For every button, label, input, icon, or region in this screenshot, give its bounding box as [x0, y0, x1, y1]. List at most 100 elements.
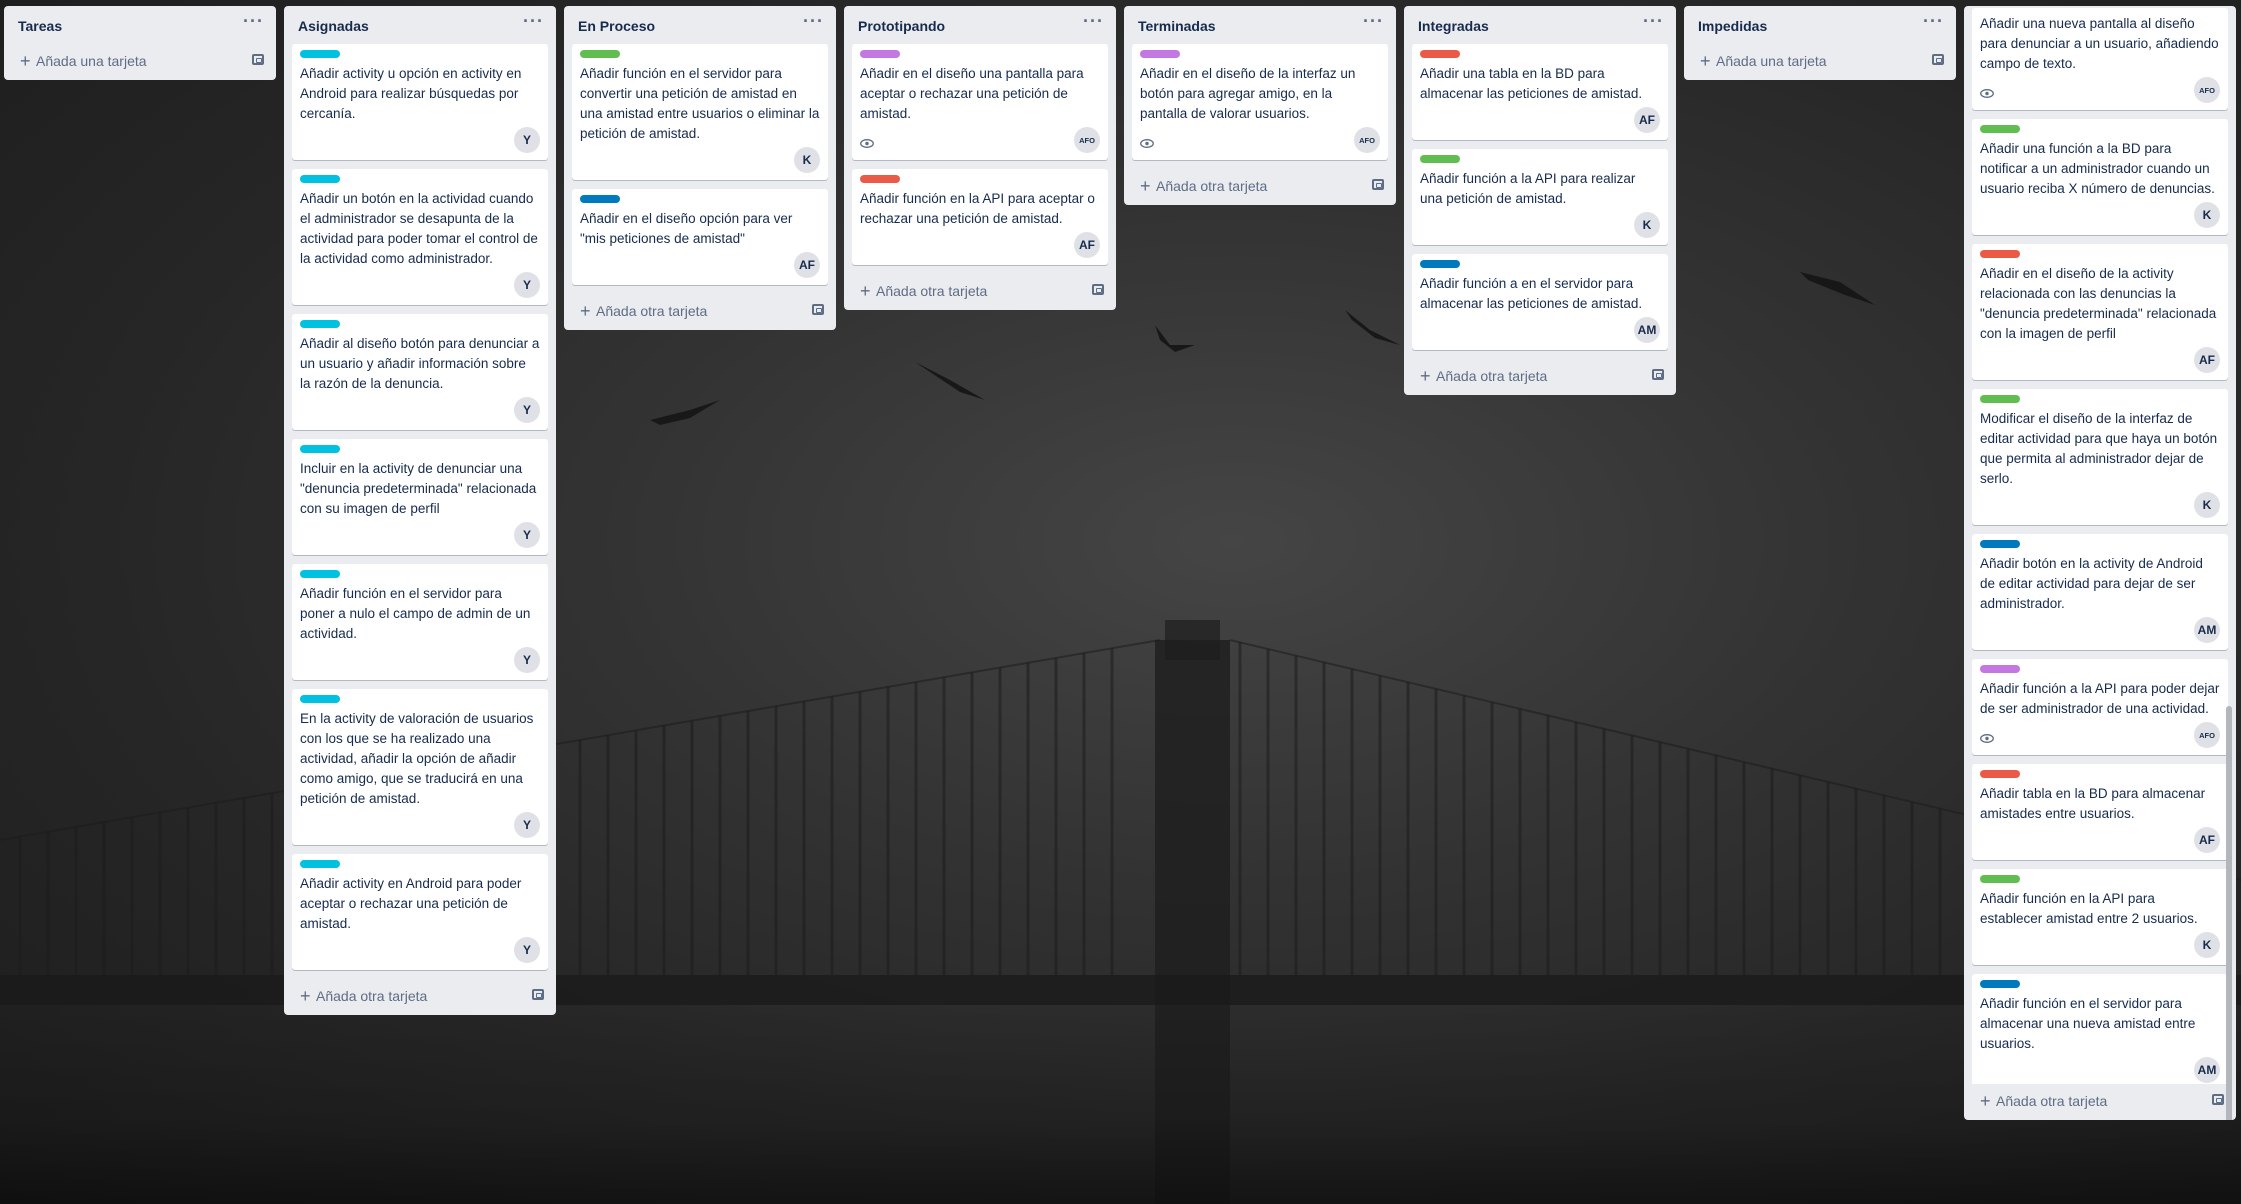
card[interactable]: Añadir función a la API para realizar un…	[1412, 149, 1668, 245]
member-avatar[interactable]: AFO	[1354, 127, 1380, 153]
card[interactable]: Añadir función a en el servidor para alm…	[1412, 254, 1668, 350]
list-header[interactable]: Tareas ···	[4, 6, 276, 44]
card-label[interactable]	[1420, 50, 1460, 58]
member-avatar[interactable]: AF	[2194, 827, 2220, 853]
member-avatar[interactable]: Y	[514, 397, 540, 423]
list-title[interactable]: Prototipando	[858, 18, 945, 34]
card-label[interactable]	[860, 50, 900, 58]
member-avatar[interactable]: AM	[1634, 317, 1660, 343]
card[interactable]: Añadir en el diseño de la interfaz un bo…	[1132, 44, 1388, 160]
card-label[interactable]	[1980, 665, 2020, 673]
add-card-button[interactable]: + Añada otra tarjeta	[564, 294, 836, 330]
card[interactable]: Añadir función en la API para aceptar o …	[852, 169, 1108, 265]
member-avatar[interactable]: Y	[514, 647, 540, 673]
card-label[interactable]	[580, 50, 620, 58]
member-avatar[interactable]: AF	[794, 252, 820, 278]
card-label[interactable]	[1980, 250, 2020, 258]
card-label[interactable]	[300, 175, 340, 183]
card[interactable]: Incluir en la activity de denunciar una …	[292, 439, 548, 555]
card-label[interactable]	[1420, 260, 1460, 268]
card-label[interactable]	[1140, 50, 1180, 58]
member-avatar[interactable]: AM	[2194, 617, 2220, 643]
card[interactable]: Añadir tabla en la BD para almacenar ami…	[1972, 764, 2228, 860]
card[interactable]: Añadir función en el servidor para almac…	[1972, 974, 2228, 1084]
member-avatar[interactable]: AF	[1074, 232, 1100, 258]
list-title[interactable]: En Proceso	[578, 18, 655, 34]
member-avatar[interactable]: K	[2194, 202, 2220, 228]
card-label[interactable]	[300, 695, 340, 703]
member-avatar[interactable]: AFO	[1074, 127, 1100, 153]
card[interactable]: Añadir activity u opción en activity en …	[292, 44, 548, 160]
member-avatar[interactable]: K	[794, 147, 820, 173]
list-title[interactable]: Integradas	[1418, 18, 1489, 34]
card-template-icon[interactable]	[1652, 369, 1664, 380]
list-title[interactable]: Tareas	[18, 18, 62, 34]
more-options-icon[interactable]: ···	[243, 12, 264, 30]
member-avatar[interactable]: Y	[514, 937, 540, 963]
add-card-button[interactable]: + Añada una tarjeta	[1684, 44, 1956, 80]
card[interactable]: Modificar el diseño de la interfaz de ed…	[1972, 389, 2228, 525]
card[interactable]: Añadir una función a la BD para notifica…	[1972, 119, 2228, 235]
member-avatar[interactable]: AF	[2194, 347, 2220, 373]
card-label[interactable]	[1420, 155, 1460, 163]
card[interactable]: Añadir función en el servidor para conve…	[572, 44, 828, 180]
list-title[interactable]: Impedidas	[1698, 18, 1767, 34]
card-label[interactable]	[300, 570, 340, 578]
add-card-button[interactable]: + Añada otra tarjeta	[1404, 359, 1676, 395]
card[interactable]: Añadir activity en Android para poder ac…	[292, 854, 548, 970]
add-card-button[interactable]: + Añada otra tarjeta	[1124, 169, 1396, 205]
member-avatar[interactable]: AM	[2194, 1057, 2220, 1083]
card-template-icon[interactable]	[252, 54, 264, 65]
card-label[interactable]	[1980, 395, 2020, 403]
more-options-icon[interactable]: ···	[523, 12, 544, 30]
card-label[interactable]	[1980, 875, 2020, 883]
card[interactable]: Añadir función en el servidor para poner…	[292, 564, 548, 680]
list-title[interactable]: Terminadas	[1138, 18, 1216, 34]
card-label[interactable]	[300, 860, 340, 868]
card-template-icon[interactable]	[2212, 1094, 2224, 1105]
member-avatar[interactable]: AF	[1634, 107, 1660, 133]
member-avatar[interactable]: Y	[514, 272, 540, 298]
card[interactable]: Añadir función en la API para establecer…	[1972, 869, 2228, 965]
card-label[interactable]	[300, 320, 340, 328]
card[interactable]: Añadir botón en la activity de Android d…	[1972, 534, 2228, 650]
more-options-icon[interactable]: ···	[1083, 12, 1104, 30]
card[interactable]: Añadir en el diseño una pantalla para ac…	[852, 44, 1108, 160]
card[interactable]: Añadir una nueva pantalla al diseño para…	[1972, 8, 2228, 110]
list-header[interactable]: Impedidas ···	[1684, 6, 1956, 44]
list-title[interactable]: Asignadas	[298, 18, 369, 34]
list-header[interactable]: En Proceso ···	[564, 6, 836, 44]
card-label[interactable]	[1980, 540, 2020, 548]
add-card-button[interactable]: + Añada otra tarjeta	[844, 274, 1116, 310]
list-scrollbar[interactable]	[2226, 706, 2232, 1120]
card[interactable]: Añadir en el diseño de la activity relac…	[1972, 244, 2228, 380]
member-avatar[interactable]: Y	[514, 522, 540, 548]
member-avatar[interactable]: AFO	[2194, 722, 2220, 748]
card[interactable]: Añadir una tabla en la BD para almacenar…	[1412, 44, 1668, 140]
list-header[interactable]: Terminadas ···	[1124, 6, 1396, 44]
member-avatar[interactable]: K	[2194, 932, 2220, 958]
card[interactable]: Añadir un botón en la actividad cuando e…	[292, 169, 548, 305]
card-template-icon[interactable]	[1372, 179, 1384, 190]
member-avatar[interactable]: K	[1634, 212, 1660, 238]
list-header[interactable]: Integradas ···	[1404, 6, 1676, 44]
card-label[interactable]	[860, 175, 900, 183]
card[interactable]: Añadir al diseño botón para denunciar a …	[292, 314, 548, 430]
member-avatar[interactable]: Y	[514, 127, 540, 153]
card-label[interactable]	[1980, 125, 2020, 133]
member-avatar[interactable]: K	[2194, 492, 2220, 518]
add-card-button[interactable]: + Añada una tarjeta	[4, 44, 276, 80]
member-avatar[interactable]: Y	[514, 812, 540, 838]
card-label[interactable]	[580, 195, 620, 203]
more-options-icon[interactable]: ···	[803, 12, 824, 30]
card[interactable]: Añadir función a la API para poder dejar…	[1972, 659, 2228, 755]
card-template-icon[interactable]	[1092, 284, 1104, 295]
card-label[interactable]	[1980, 770, 2020, 778]
card-template-icon[interactable]	[812, 304, 824, 315]
member-avatar[interactable]: AFO	[2194, 77, 2220, 103]
list-header[interactable]: Prototipando ···	[844, 6, 1116, 44]
card-template-icon[interactable]	[532, 989, 544, 1000]
card[interactable]: Añadir en el diseño opción para ver "mis…	[572, 189, 828, 285]
more-options-icon[interactable]: ···	[1923, 12, 1944, 30]
card-template-icon[interactable]	[1932, 54, 1944, 65]
